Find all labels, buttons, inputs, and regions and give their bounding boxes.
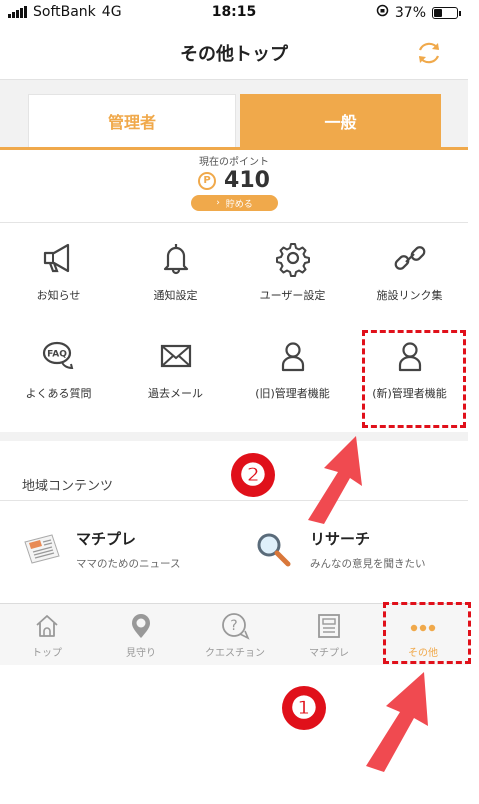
points-label: 現在のポイント bbox=[199, 157, 269, 168]
chevron-right-icon: › bbox=[216, 198, 220, 208]
menu-label: (旧)管理者機能 bbox=[255, 387, 330, 400]
bell-icon bbox=[163, 244, 188, 275]
segment-admin[interactable]: 管理者 bbox=[28, 94, 236, 147]
page-title: その他トップ bbox=[180, 44, 288, 65]
points-panel: 現在のポイント P 410 › 貯める bbox=[0, 150, 468, 222]
menu-label: よくある質問 bbox=[25, 387, 92, 400]
battery-icon bbox=[432, 6, 461, 19]
arrow-to-new-admin bbox=[308, 436, 362, 524]
svg-text:FAQ: FAQ bbox=[47, 350, 67, 360]
news-icon bbox=[318, 614, 340, 638]
person-icon bbox=[281, 342, 304, 372]
svg-text:?: ? bbox=[230, 618, 237, 634]
region-item-machipure[interactable]: マチプレ ママのためのニュース bbox=[18, 520, 238, 580]
tab-top[interactable]: トップ bbox=[0, 604, 94, 665]
gear-icon bbox=[275, 243, 310, 277]
points-value: 410 bbox=[224, 168, 270, 193]
nav-bar: その他トップ bbox=[0, 26, 468, 80]
menu-label: 施設リンク集 bbox=[376, 289, 443, 302]
question-bubble-icon: ? bbox=[222, 613, 250, 640]
tab-watch[interactable]: 見守り bbox=[94, 604, 188, 665]
battery-percent: 37% bbox=[394, 4, 426, 21]
step-2-badge: ❷ bbox=[231, 453, 275, 497]
menu-label: 過去メール bbox=[148, 387, 203, 400]
menu-item-facility-links[interactable]: 施設リンク集 bbox=[351, 223, 468, 319]
region-item-title: リサーチ bbox=[310, 530, 371, 548]
menu-item-news[interactable]: お知らせ bbox=[0, 223, 117, 319]
tab-label: クエスチョン bbox=[205, 648, 265, 659]
role-segmented-control: 管理者 一般 bbox=[0, 80, 468, 150]
save-points-label: 貯める bbox=[225, 199, 253, 210]
menu-item-past-mail[interactable]: 過去メール bbox=[117, 321, 234, 417]
section-divider bbox=[0, 432, 468, 441]
tab-label: マチプレ bbox=[309, 648, 349, 659]
region-item-subtitle: ママのためのニュース bbox=[76, 558, 181, 570]
status-bar: SoftBank 4G 18:15 37% bbox=[0, 0, 468, 26]
tab-machipure[interactable]: マチプレ bbox=[282, 604, 376, 665]
tab-label: 見守り bbox=[126, 648, 156, 659]
rotation-lock-icon bbox=[376, 4, 389, 21]
divider bbox=[0, 500, 468, 501]
newspaper-icon bbox=[24, 534, 60, 564]
segment-general[interactable]: 一般 bbox=[240, 94, 441, 147]
faq-icon: FAQ bbox=[42, 341, 73, 370]
highlight-new-admin bbox=[362, 330, 466, 428]
highlight-other-tab bbox=[383, 602, 471, 664]
location-pin-icon bbox=[132, 614, 150, 638]
megaphone-icon bbox=[43, 243, 69, 273]
arrow-to-other-tab bbox=[366, 672, 428, 772]
menu-item-user-settings[interactable]: ユーザー設定 bbox=[234, 223, 351, 319]
menu-label: 通知設定 bbox=[153, 289, 198, 302]
save-points-button[interactable]: › 貯める bbox=[191, 195, 278, 211]
point-coin-icon: P bbox=[198, 171, 217, 190]
magnifier-icon bbox=[257, 533, 291, 567]
menu-item-notification-settings[interactable]: 通知設定 bbox=[117, 223, 234, 319]
menu-label: ユーザー設定 bbox=[259, 289, 326, 302]
link-icon bbox=[394, 246, 425, 270]
region-item-research[interactable]: リサーチ みんなの意見を聞きたい bbox=[252, 520, 468, 580]
step-1-badge: ❶ bbox=[282, 686, 326, 730]
mail-icon bbox=[160, 344, 191, 368]
refresh-icon[interactable] bbox=[414, 38, 444, 68]
menu-item-faq[interactable]: FAQ よくある質問 bbox=[0, 321, 117, 417]
tab-label: トップ bbox=[32, 648, 62, 659]
home-icon bbox=[36, 615, 58, 637]
region-item-title: マチプレ bbox=[76, 530, 137, 548]
region-contents-heading: 地域コンテンツ bbox=[22, 479, 114, 494]
region-item-subtitle: みんなの意見を聞きたい bbox=[310, 558, 426, 570]
tab-question[interactable]: ? クエスチョン bbox=[188, 604, 282, 665]
menu-item-old-admin[interactable]: (旧)管理者機能 bbox=[234, 321, 351, 417]
menu-label: お知らせ bbox=[36, 289, 81, 302]
